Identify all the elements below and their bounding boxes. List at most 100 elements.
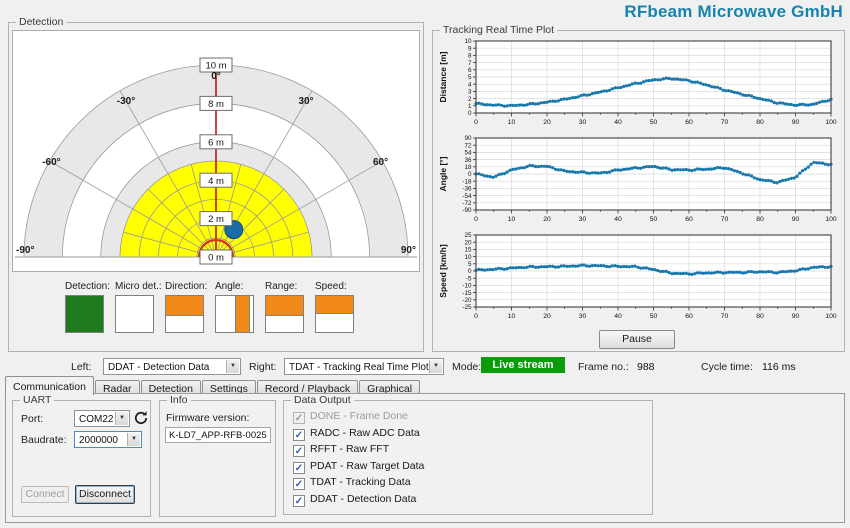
radar-svg: 10 m 8 m 6 m 4 m 2 m 0 m 0° -30° 30° -60° 60° -90° 9…	[15, 57, 417, 265]
cycle-time-label: Cycle time:	[701, 361, 753, 373]
indicator-label: Detection:	[65, 281, 111, 292]
svg-text:90: 90	[792, 216, 800, 223]
svg-text:0: 0	[474, 119, 478, 126]
svg-text:60: 60	[685, 119, 693, 126]
left-plot-select[interactable]: DDAT - Detection Data ▼	[103, 358, 241, 375]
svg-text:72: 72	[464, 142, 472, 149]
detection-panel: Detection 10 m 8 m 6 m 4 m 2 m 0 m 0° -30° 30° -6…	[8, 16, 424, 352]
port-label: Port:	[21, 413, 44, 425]
checkbox-radc[interactable]: ✓ RADC - Raw ADC Data	[293, 427, 420, 441]
left-plot-label: Left:	[71, 361, 92, 373]
data-output-group: Data Output ✓ DONE - Frame Done ✓ RADC - Ra…	[283, 394, 653, 515]
range-ring-label: 4 m	[208, 176, 224, 187]
svg-text:40: 40	[614, 119, 622, 126]
angle-label: 30°	[298, 96, 313, 107]
main-tabstrip: Communication Radar Detection Settings Recor…	[5, 376, 421, 397]
range-ring-label: 2 m	[208, 214, 224, 225]
range-ring-label: 0 m	[208, 253, 224, 264]
svg-text:100: 100	[825, 216, 837, 223]
chart1-svg: -90-72-54-36-18018365472900 10 20 30 40 50 60 7…	[438, 135, 837, 223]
svg-text:10: 10	[464, 254, 472, 261]
right-plot-label: Right:	[249, 361, 277, 373]
indicator-item: Direction:	[165, 281, 207, 333]
connect-button[interactable]: Connect	[21, 486, 69, 503]
svg-text:-90: -90	[462, 207, 472, 214]
y-axis-title: Angle [°]	[438, 156, 448, 191]
angle-label: 0°	[211, 71, 221, 82]
chart0-svg: 0123456789100 10 20 30 40 50 60 70 80 90 100Distan…	[438, 38, 837, 126]
checkbox-icon: ✓	[293, 494, 305, 507]
indicator-item: Angle:	[215, 281, 254, 333]
dropdown-arrow-icon: ▼	[226, 360, 239, 373]
svg-text:70: 70	[721, 216, 729, 223]
pause-button[interactable]: Pause	[599, 330, 675, 349]
svg-text:1: 1	[468, 103, 472, 110]
svg-text:60: 60	[685, 313, 693, 320]
svg-text:0: 0	[468, 171, 472, 178]
svg-text:-25: -25	[462, 304, 472, 311]
checkbox-label: RADC - Raw ADC Data	[310, 426, 420, 439]
svg-text:4: 4	[468, 81, 472, 88]
checkbox-icon: ✓	[293, 412, 305, 424]
right-plot-select[interactable]: TDAT - Tracking Real Time Plot ▼	[284, 358, 444, 375]
mode-label: Mode:	[452, 361, 482, 373]
checkbox-label: PDAT - Raw Target Data	[310, 459, 425, 472]
checkbox-icon: ✓	[293, 461, 305, 474]
svg-text:6: 6	[468, 67, 472, 74]
cycle-time-value: 116 ms	[762, 361, 796, 373]
refresh-ports-button[interactable]	[133, 410, 149, 426]
port-select[interactable]: COM22 ▼	[74, 410, 130, 427]
svg-text:80: 80	[756, 119, 764, 126]
checkbox-rfft[interactable]: ✓ RFFT - Raw FFT	[293, 443, 389, 457]
chart2-svg: -25-20-15-10-505101520250 10 20 30 40 50 60 70 8…	[438, 232, 837, 320]
svg-text:60: 60	[685, 216, 693, 223]
svg-text:54: 54	[464, 150, 472, 157]
checkbox-tdat[interactable]: ✓ TDAT - Tracking Data	[293, 476, 411, 490]
checkbox-icon: ✓	[293, 428, 305, 441]
svg-text:25: 25	[464, 232, 472, 239]
radar-polar-plot: 10 m 8 m 6 m 4 m 2 m 0 m 0° -30° 30° -60° 60° -90° 9…	[13, 31, 419, 276]
svg-text:36: 36	[464, 157, 472, 164]
svg-text:10: 10	[508, 119, 516, 126]
svg-text:30: 30	[579, 119, 587, 126]
indicator-box	[265, 295, 304, 333]
indicator-box	[165, 295, 204, 333]
y-axis-title: Distance [m]	[438, 51, 448, 102]
angle-label: -90°	[16, 245, 34, 256]
svg-text:90: 90	[792, 119, 800, 126]
disconnect-button[interactable]: Disconnect	[75, 485, 135, 504]
range-ring-label: 8 m	[208, 99, 224, 110]
svg-text:-18: -18	[462, 178, 472, 185]
svg-text:10: 10	[508, 216, 516, 223]
svg-text:-5: -5	[466, 275, 472, 282]
indicator-box	[215, 295, 254, 333]
indicator-label: Angle:	[215, 281, 244, 292]
tab-communication[interactable]: Communication	[5, 376, 94, 395]
tracking-panel: Tracking Real Time Plot 0 1 2 3 4 5 6 7 8 9 10 0 10 2…	[432, 24, 845, 352]
mode-status-badge: Live stream	[481, 357, 565, 373]
svg-text:0: 0	[474, 313, 478, 320]
refresh-icon	[134, 411, 148, 425]
svg-text:5: 5	[468, 261, 472, 268]
angle-label: -60°	[42, 157, 60, 168]
baudrate-select[interactable]: 2000000 ▼	[74, 431, 142, 448]
svg-text:3: 3	[468, 89, 472, 96]
angle-label: 90°	[401, 245, 416, 256]
indicator-item: Speed:	[315, 281, 354, 333]
checkbox-pdat[interactable]: ✓ PDAT - Raw Target Data	[293, 460, 424, 474]
firmware-version-label: Firmware version:	[166, 412, 250, 424]
svg-text:50: 50	[650, 119, 658, 126]
radar-display: 10 m 8 m 6 m 4 m 2 m 0 m 0° -30° 30° -60° 60° -90° 9…	[12, 30, 420, 272]
svg-text:9: 9	[468, 45, 472, 52]
range-ring-label: 10 m	[205, 61, 226, 72]
svg-text:0: 0	[468, 268, 472, 275]
svg-text:-54: -54	[462, 193, 472, 200]
indicator-label: Speed:	[315, 281, 347, 292]
svg-text:5: 5	[468, 74, 472, 81]
checkbox-ddat[interactable]: ✓ DDAT - Detection Data	[293, 493, 416, 507]
detection-panel-title: Detection	[16, 16, 67, 28]
indicator-item: Micro det.:	[115, 281, 162, 333]
svg-text:30: 30	[579, 216, 587, 223]
frame-no-label: Frame no.:	[578, 361, 629, 373]
checkbox-label: RFFT - Raw FFT	[310, 443, 390, 455]
